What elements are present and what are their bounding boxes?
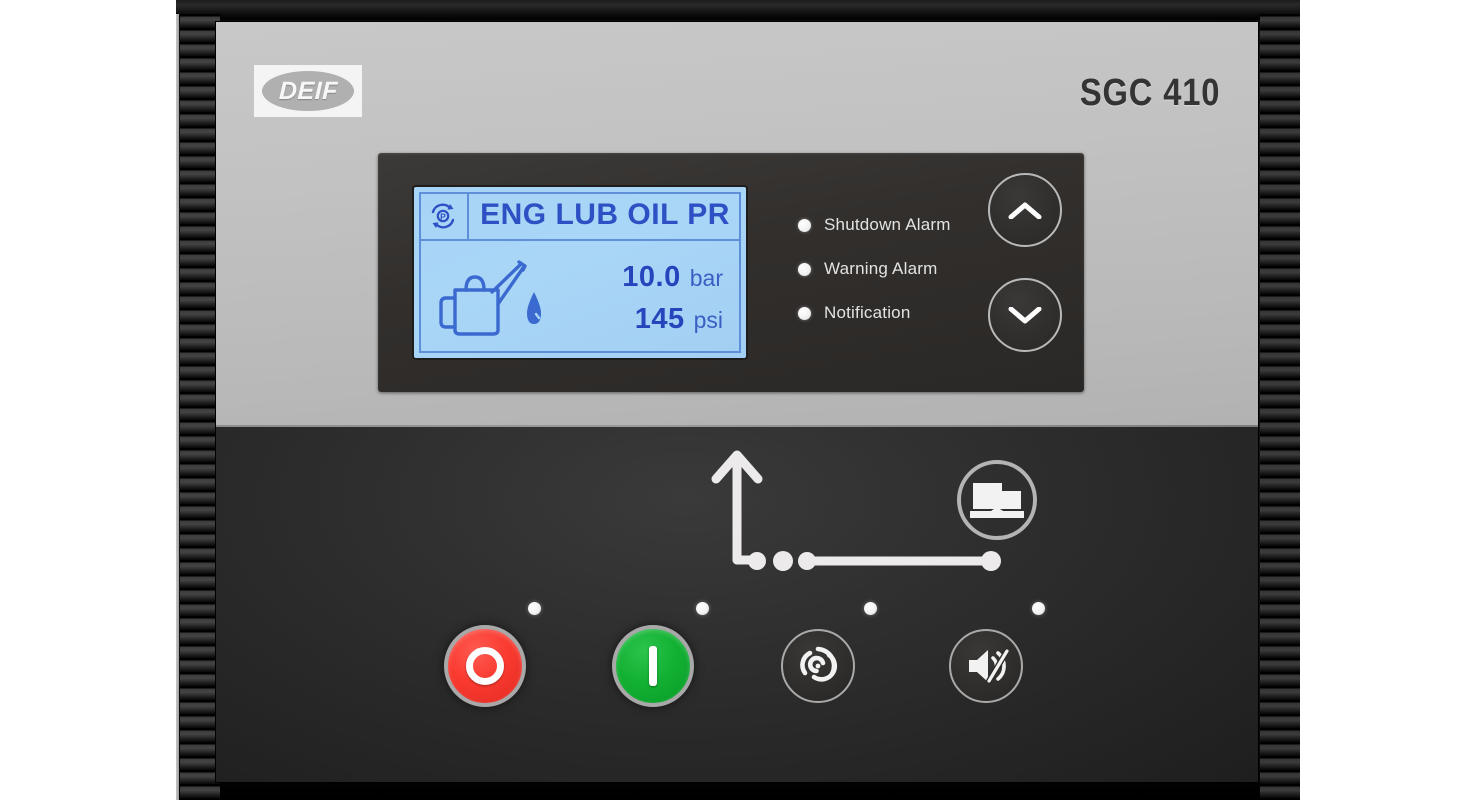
cycle-pressure-icon: P: [419, 192, 469, 239]
alarm-mute-button-led: [1032, 602, 1045, 615]
housing-top-shadow: [176, 0, 1300, 20]
power-off-ring-icon: [466, 647, 504, 685]
deif-logo: DEIF: [254, 65, 362, 117]
warning-alarm-label: Warning Alarm: [824, 259, 938, 278]
housing-bottom-edge: [176, 782, 1300, 800]
auto-spiral-icon: [800, 646, 838, 682]
lcd-body: 10.0 bar 145 psi: [419, 243, 741, 353]
left-edge-highlight: [176, 14, 179, 800]
indicator-warning-alarm: Warning Alarm: [798, 259, 951, 279]
right-heatsink-fins: [1260, 14, 1300, 800]
power-on-bar-icon: [649, 646, 657, 686]
scroll-up-button[interactable]: [988, 173, 1062, 247]
model-name: SGC 410: [1079, 72, 1220, 114]
auto-mode-button-led: [864, 602, 877, 615]
chevron-up-icon: [1008, 202, 1042, 219]
screenshot-root: DEIF SGC 410 P ENG LUB OIL PR 10.0 bar 1…: [0, 0, 1480, 800]
auto-mode-button[interactable]: [781, 629, 855, 703]
start-button[interactable]: [612, 625, 694, 707]
readout-psi-unit: psi: [693, 306, 723, 333]
start-button-led: [696, 602, 709, 615]
lcd-screen[interactable]: P ENG LUB OIL PR 10.0 bar 145 psi: [412, 185, 748, 360]
left-heatsink-fins: [180, 14, 220, 800]
breaker-contact-dot-1: [748, 552, 766, 570]
stop-button[interactable]: [444, 625, 526, 707]
readout-psi-value: 145: [634, 302, 685, 335]
shutdown-alarm-led: [798, 218, 811, 232]
logo-oval: DEIF: [262, 71, 354, 111]
oil-can-drop-icon: [419, 256, 561, 340]
readout-psi: 145 psi: [635, 303, 723, 336]
warning-alarm-led: [798, 262, 811, 276]
indicator-notification: Notification: [798, 303, 951, 323]
horn-mute-icon: [969, 648, 1009, 684]
busbar-end-dot: [981, 551, 1001, 571]
svg-text:P: P: [440, 211, 446, 221]
alarm-mute-button[interactable]: [949, 629, 1023, 703]
scroll-down-button[interactable]: [988, 278, 1062, 352]
genset-engine-icon: [957, 460, 1037, 540]
stop-button-led: [528, 602, 541, 615]
lcd-header: P ENG LUB OIL PR: [419, 192, 741, 241]
notification-led: [798, 306, 811, 320]
display-bezel: P ENG LUB OIL PR 10.0 bar 145 psi Shutdo…: [378, 153, 1084, 392]
shutdown-alarm-label: Shutdown Alarm: [824, 215, 951, 234]
single-line-mimic-diagram: [216, 427, 1258, 782]
chevron-down-icon: [1008, 306, 1042, 323]
lcd-readout-list: 10.0 bar 145 psi: [561, 261, 741, 336]
breaker-contact-dot-2: [773, 551, 793, 571]
logo-text: DEIF: [278, 76, 338, 105]
alarm-indicator-list: Shutdown Alarm Warning Alarm Notificatio…: [798, 215, 951, 323]
readout-bar-value: 10.0: [622, 260, 681, 293]
notification-label: Notification: [824, 303, 911, 322]
readout-bar-unit: bar: [689, 264, 723, 291]
indicator-shutdown-alarm: Shutdown Alarm: [798, 215, 951, 235]
lcd-title: ENG LUB OIL PR: [480, 197, 730, 231]
oil-droplet-icon: [527, 292, 541, 324]
front-panel: DEIF SGC 410 P ENG LUB OIL PR 10.0 bar 1…: [216, 22, 1258, 782]
readout-bar: 10.0 bar: [622, 261, 723, 294]
